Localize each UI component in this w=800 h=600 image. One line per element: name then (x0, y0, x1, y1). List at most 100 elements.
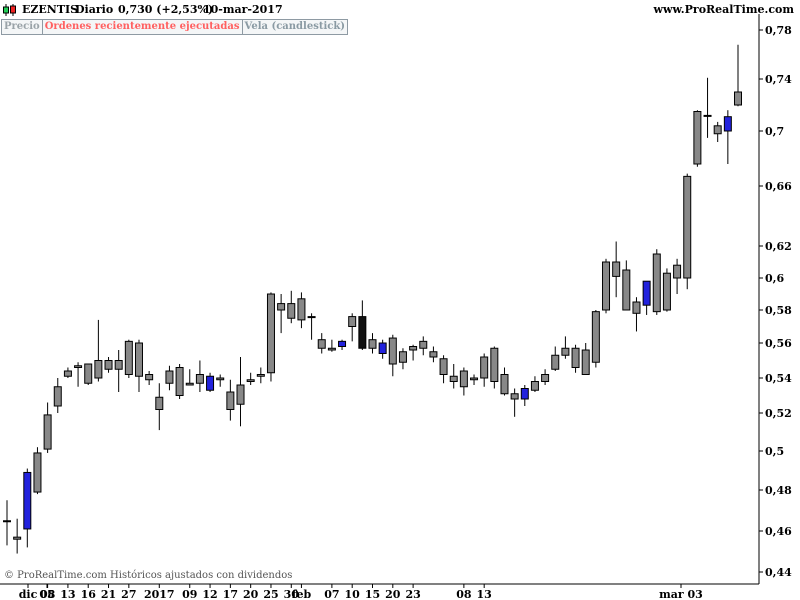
candle (145, 371, 154, 385)
y-tick-label: 0,44 (765, 566, 792, 579)
candle-body (256, 374, 265, 377)
candle-body (388, 337, 397, 365)
x-tick-label: 25 (263, 588, 278, 600)
candle (338, 339, 347, 350)
x-tick-label: 20 (385, 588, 401, 600)
candle (43, 402, 52, 453)
candle-body (734, 91, 742, 106)
candle-body (683, 175, 692, 279)
candle (561, 336, 570, 359)
candle-body (236, 384, 245, 405)
candle (571, 344, 580, 373)
candle-body (63, 370, 72, 377)
candle-body (317, 339, 326, 349)
y-tick-label: 0,62 (765, 240, 792, 253)
candle-body (124, 340, 133, 376)
candle-body (307, 316, 316, 319)
candle-body (23, 471, 32, 530)
candle (500, 367, 509, 396)
candle-body (84, 363, 93, 384)
candle (317, 333, 326, 354)
candle (358, 300, 367, 350)
candle (551, 346, 560, 371)
candle-body (632, 301, 641, 314)
y-tick-label: 0,78 (765, 24, 792, 37)
candle (246, 372, 255, 385)
candle-body (348, 316, 357, 328)
candlestick-chart: 0,44 0,46 0,48 0,5 0,52 0,54 0,56 0,58 0,6 0,62 0,… (0, 14, 792, 600)
candle-body (673, 264, 682, 279)
candle (74, 362, 83, 387)
candle-body (155, 396, 164, 410)
candle-body (520, 388, 529, 400)
candle (277, 294, 286, 334)
candle (63, 367, 72, 378)
candle-body (622, 269, 631, 311)
x-tick-label: 13 (477, 588, 492, 600)
candle (185, 369, 194, 386)
candle-body (459, 370, 468, 388)
candle (429, 346, 438, 363)
candle-body (541, 374, 550, 382)
candle-body (398, 351, 407, 363)
candle-body (561, 347, 570, 356)
candle-body (358, 316, 367, 349)
candle-body (327, 347, 336, 351)
x-tick-label: 16 (81, 588, 97, 600)
candle-body (419, 340, 428, 349)
candle (530, 376, 539, 392)
candle-body (33, 452, 42, 493)
candle (642, 280, 651, 315)
candle-body (368, 339, 377, 349)
y-tick-label: 0,58 (765, 304, 792, 317)
candle-body (602, 261, 611, 311)
candle-body (429, 351, 438, 358)
candle-body (246, 379, 255, 382)
y-tick-label: 0,54 (765, 372, 792, 385)
candle-body (551, 354, 560, 370)
y-tick-label: 0,66 (765, 180, 792, 193)
candle-body (145, 374, 154, 381)
candle (195, 360, 204, 392)
candle (510, 388, 519, 417)
x-tick-label: 12 (202, 588, 217, 600)
candle-body (571, 347, 580, 368)
candle (23, 468, 32, 548)
candle (175, 364, 184, 399)
candle-body (216, 377, 225, 381)
candle-body (612, 261, 621, 277)
candle (256, 367, 265, 384)
candle (368, 333, 377, 354)
candle (53, 378, 62, 413)
candle-body (3, 520, 11, 523)
candle-body (510, 393, 519, 400)
y-tick-label: 0,48 (765, 484, 792, 497)
candle (388, 334, 397, 377)
x-tick-label: dic (19, 588, 38, 600)
candle-body (480, 356, 489, 379)
candle (348, 313, 357, 342)
candle-body (723, 116, 732, 132)
x-tick-label: 21 (101, 588, 116, 600)
x-tick-label: 08 (40, 588, 56, 600)
candle (155, 383, 164, 431)
candle-body (642, 280, 651, 306)
candle-body (338, 340, 347, 348)
candle-body (287, 303, 296, 319)
candle-body (74, 365, 83, 368)
candle (662, 268, 671, 312)
candle-body (449, 375, 458, 382)
candle (307, 313, 316, 340)
candle (419, 336, 428, 356)
y-tick-label: 0,56 (765, 337, 792, 350)
candle (439, 355, 448, 384)
candle (612, 241, 621, 298)
candle-body (470, 377, 479, 381)
candle (622, 260, 631, 311)
candle-body (175, 367, 184, 396)
candle-body (409, 346, 418, 351)
x-tick-label: mar 03 (659, 588, 703, 600)
candle-body (94, 360, 103, 379)
footer-note: © ProRealTime.com Históricos ajustados c… (4, 570, 293, 581)
candle-body (490, 347, 499, 382)
